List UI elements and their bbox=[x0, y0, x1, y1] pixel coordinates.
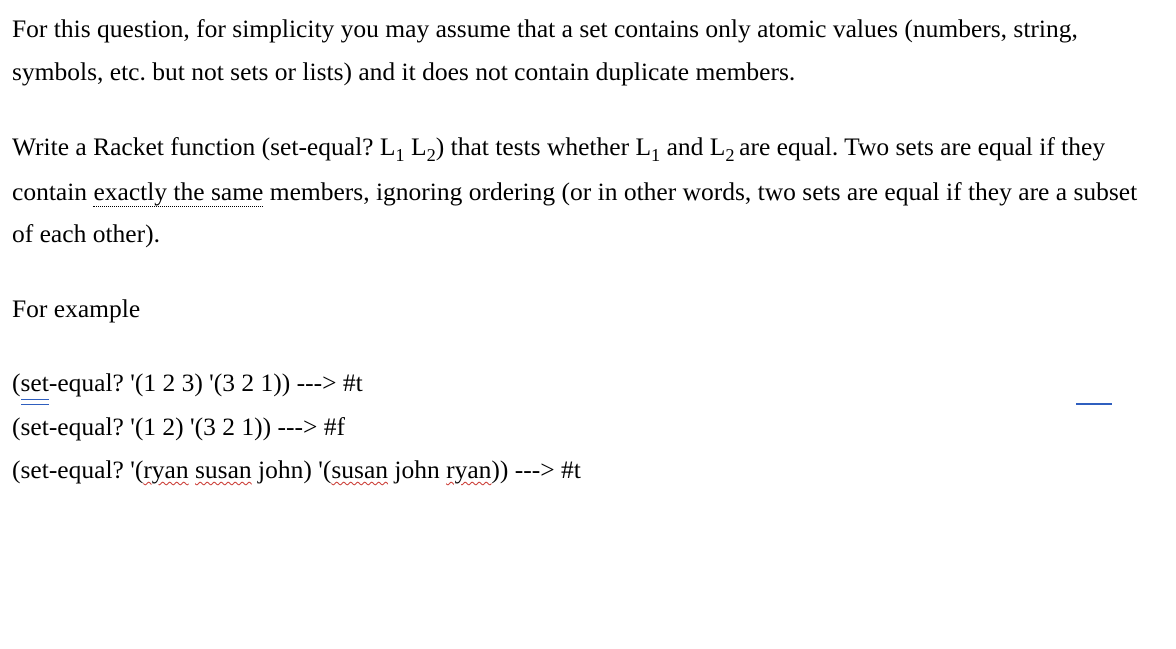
intro-paragraph: For this question, for simplicity you ma… bbox=[12, 8, 1164, 94]
subscript-2b: 2 bbox=[725, 145, 739, 165]
task-text-lead: Write a Racket function (set-equal? L bbox=[12, 132, 395, 161]
ex3-c: john bbox=[388, 455, 446, 484]
ex3-d: )) ---> #t bbox=[491, 455, 580, 484]
ex3-susan: susan bbox=[195, 455, 252, 484]
ex1-set-word: set bbox=[21, 363, 49, 403]
example-1: (set-equal? '(1 2 3) '(3 2 1)) ---> #t bbox=[12, 363, 1164, 403]
example-heading: For example bbox=[12, 288, 1164, 331]
emphasis-underline: exactly the same bbox=[93, 177, 263, 207]
subscript-1a: 1 bbox=[395, 145, 404, 165]
document-page: For this question, for simplicity you ma… bbox=[0, 0, 1176, 508]
ex3-a: (set-equal? '( bbox=[12, 455, 143, 484]
ex3-ryan: ryan bbox=[143, 455, 188, 484]
task-text-m1: L bbox=[405, 132, 427, 161]
ex3-susan2: susan bbox=[331, 455, 388, 484]
subscript-1b: 1 bbox=[651, 145, 660, 165]
ex1-rest: -equal? '(1 2 3) '(3 2 1)) ---> #t bbox=[49, 368, 363, 397]
task-paragraph: Write a Racket function (set-equal? L1 L… bbox=[12, 126, 1164, 257]
examples-block: (set-equal? '(1 2 3) '(3 2 1)) ---> #t (… bbox=[12, 363, 1164, 490]
example-3: (set-equal? '(ryan susan john) '(susan j… bbox=[12, 450, 1164, 490]
task-text-m3: and L bbox=[660, 132, 725, 161]
ex1-paren: ( bbox=[12, 368, 21, 397]
ex3-ryan2: ryan bbox=[446, 455, 491, 484]
task-text-m2: ) that tests whether L bbox=[436, 132, 651, 161]
ex3-b: john) '( bbox=[252, 455, 332, 484]
insertion-caret-icon bbox=[1076, 403, 1112, 405]
example-2: (set-equal? '(1 2) '(3 2 1)) ---> #f bbox=[12, 407, 1164, 447]
subscript-2a: 2 bbox=[427, 145, 436, 165]
